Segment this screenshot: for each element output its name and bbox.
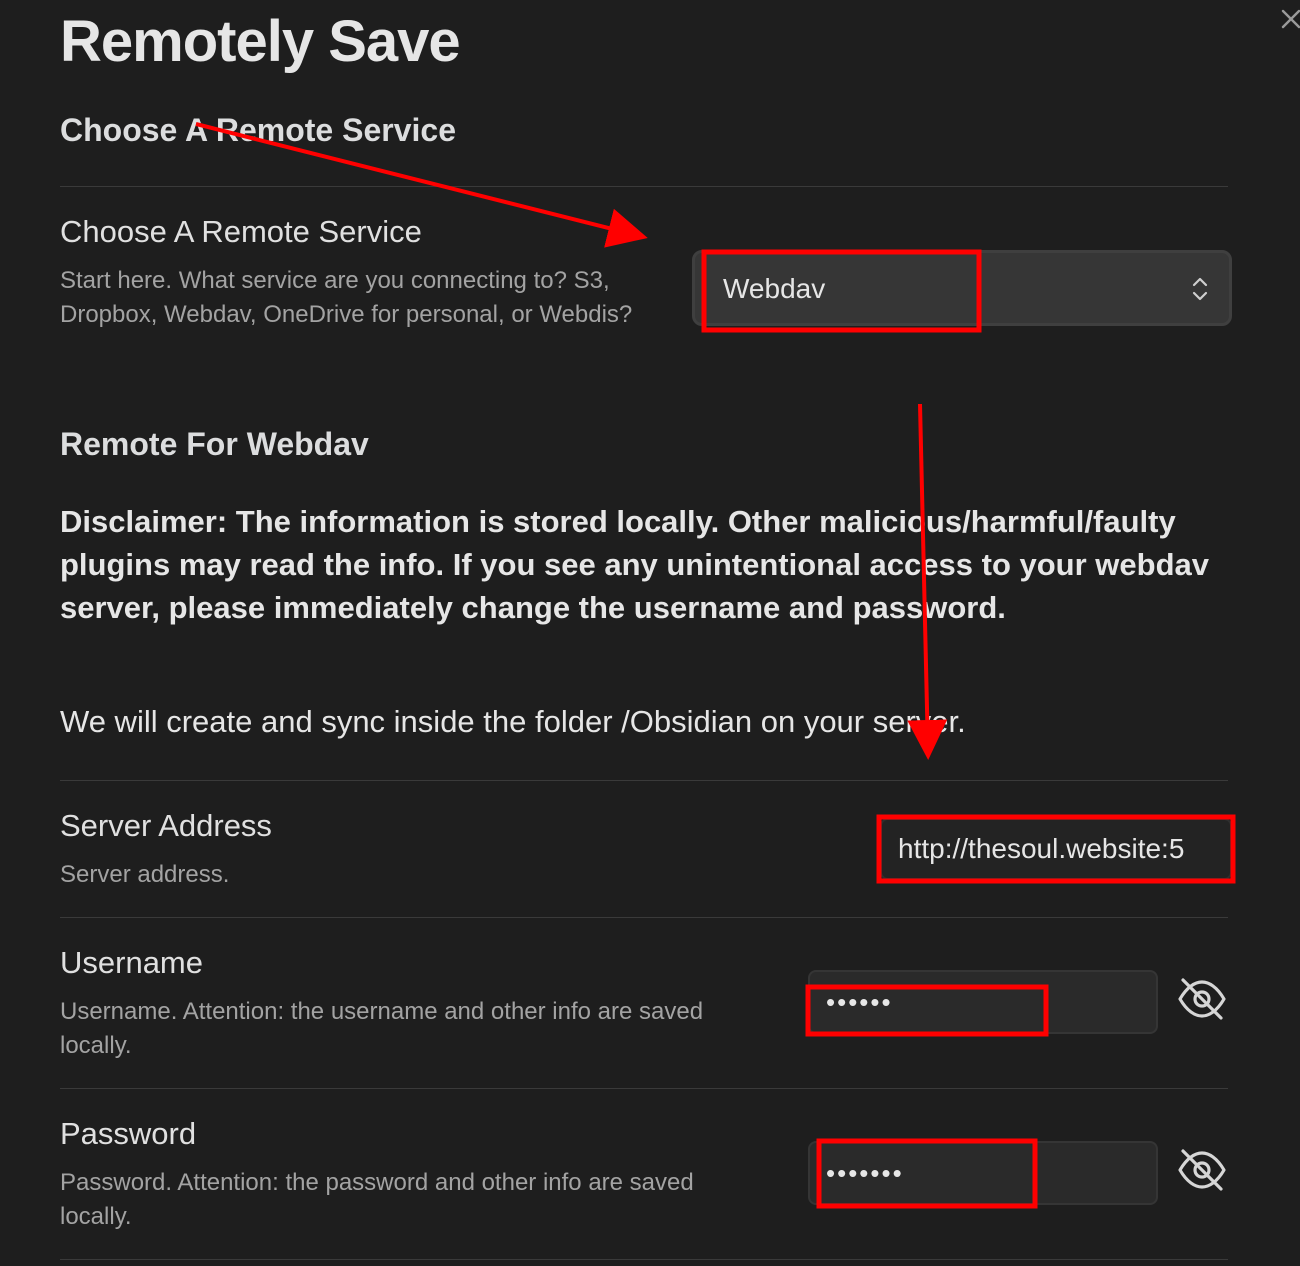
divider bbox=[60, 186, 1228, 187]
remote-service-selected-value: Webdav bbox=[723, 273, 826, 304]
eye-off-icon[interactable] bbox=[1175, 1143, 1229, 1197]
divider bbox=[60, 1088, 1228, 1089]
server-address-description: Server address. bbox=[60, 861, 230, 888]
server-address-name: Server Address bbox=[60, 808, 272, 843]
remote-service-description: Start here. What service are you connect… bbox=[60, 267, 633, 328]
divider bbox=[60, 917, 1228, 918]
password-input[interactable] bbox=[808, 1141, 1158, 1205]
page-title: Remotely Save bbox=[60, 9, 461, 74]
folder-note: We will create and sync inside the folde… bbox=[60, 704, 966, 739]
divider bbox=[60, 1259, 1228, 1260]
eye-off-icon[interactable] bbox=[1175, 972, 1229, 1026]
server-address-input[interactable] bbox=[880, 818, 1232, 880]
username-name: Username bbox=[60, 945, 203, 980]
disclaimer-text: Disclaimer: The information is stored lo… bbox=[60, 504, 1209, 625]
divider bbox=[60, 780, 1228, 781]
section-heading-remote-service: Choose A Remote Service bbox=[60, 112, 456, 148]
webdav-heading: Remote For Webdav bbox=[60, 426, 369, 462]
password-description: Password. Attention: the password and ot… bbox=[60, 1169, 694, 1230]
chevron-up-down-icon bbox=[1190, 275, 1210, 303]
annotation-overlay bbox=[195, 122, 1236, 1209]
remote-service-name: Choose A Remote Service bbox=[60, 214, 422, 249]
username-input[interactable] bbox=[808, 970, 1158, 1034]
remote-service-select[interactable]: Webdav bbox=[692, 250, 1232, 326]
username-description: Username. Attention: the username and ot… bbox=[60, 998, 704, 1059]
password-name: Password bbox=[60, 1116, 197, 1151]
close-icon[interactable] bbox=[1280, 8, 1300, 30]
settings-page: Remotely Save Choose A Remote Service Ch… bbox=[0, 0, 1300, 1266]
